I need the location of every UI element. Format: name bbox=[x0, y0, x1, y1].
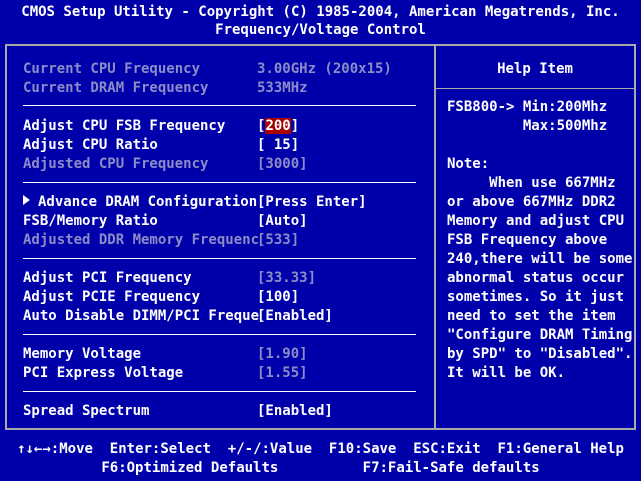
help-note-line: sometimes. So it just bbox=[447, 289, 625, 305]
help-note-line: abnormal status occur bbox=[447, 270, 625, 286]
cpu-fsb-frequency-field[interactable]: [200] bbox=[257, 118, 299, 134]
memory-voltage-value[interactable]: [1.90] bbox=[257, 346, 308, 362]
memory-voltage-label[interactable]: Memory Voltage bbox=[23, 346, 141, 362]
current-dram-frequency-value: 533MHz bbox=[257, 80, 308, 96]
current-cpu-frequency-value: 3.00GHz (200x15) bbox=[257, 61, 392, 77]
help-note-line: When use 667MHz bbox=[447, 175, 616, 191]
section-divider bbox=[23, 391, 416, 392]
pcie-frequency-value[interactable]: [100] bbox=[257, 289, 299, 305]
pcie-frequency-label[interactable]: Adjust PCIE Frequency bbox=[23, 289, 200, 305]
help-note-line: Note: bbox=[447, 156, 490, 172]
cpu-fsb-frequency-label[interactable]: Adjust CPU FSB Frequency bbox=[23, 118, 225, 134]
fsb-memory-ratio-label[interactable]: FSB/Memory Ratio bbox=[23, 213, 158, 229]
advance-dram-configuration-value[interactable]: [Press Enter] bbox=[257, 194, 367, 210]
submenu-arrow-icon bbox=[23, 195, 30, 205]
spread-spectrum-value[interactable]: [Enabled] bbox=[257, 403, 333, 419]
cpu-ratio-value[interactable]: [ 15] bbox=[257, 137, 299, 153]
pci-frequency-value[interactable]: [33.33] bbox=[257, 270, 316, 286]
panel-divider bbox=[434, 44, 436, 430]
cpu-ratio-label[interactable]: Adjust CPU Ratio bbox=[23, 137, 158, 153]
section-divider bbox=[23, 258, 416, 259]
section-divider bbox=[23, 182, 416, 183]
help-note-line: or above 667MHz DDR2 bbox=[447, 194, 616, 210]
help-fsb-range-min: FSB800-> Min:200Mhz bbox=[447, 99, 608, 115]
help-panel-title: Help Item bbox=[497, 61, 573, 77]
cpu-fsb-frequency-value[interactable]: 200 bbox=[265, 118, 291, 134]
auto-disable-dimm-pci-label[interactable]: Auto Disable DIMM/PCI Freque bbox=[23, 308, 259, 324]
adjusted-ddr-memory-frequency-label: Adjusted DDR Memory Frequenc bbox=[23, 232, 260, 248]
adjusted-cpu-frequency-label: Adjusted CPU Frequency bbox=[23, 156, 209, 172]
help-fsb-range-max: Max:500Mhz bbox=[447, 118, 608, 134]
app-title: CMOS Setup Utility - Copyright (C) 1985-… bbox=[21, 4, 620, 20]
adjusted-cpu-frequency-value: [3000] bbox=[257, 156, 308, 172]
pci-express-voltage-label[interactable]: PCI Express Voltage bbox=[23, 365, 183, 381]
help-note-line: need to set the item bbox=[447, 308, 616, 324]
current-cpu-frequency-label: Current CPU Frequency bbox=[23, 61, 201, 77]
help-note-line: FSB Frequency above bbox=[447, 232, 608, 248]
help-note-line: It will be OK. bbox=[447, 365, 566, 381]
spread-spectrum-label[interactable]: Spread Spectrum bbox=[23, 403, 149, 419]
help-note-line: 240,there will be some bbox=[447, 251, 633, 267]
section-divider bbox=[23, 105, 416, 106]
cpu-fsb-bracket-close: ] bbox=[290, 118, 300, 134]
header-bar: CMOS Setup Utility - Copyright (C) 1985-… bbox=[0, 0, 641, 40]
fsb-memory-ratio-value[interactable]: [Auto] bbox=[257, 213, 308, 229]
key-help-line-1: ↑↓←→:Move Enter:Select +/-/:Value F10:Sa… bbox=[17, 441, 624, 457]
help-note-line: "Configure DRAM Timing bbox=[447, 327, 633, 343]
help-note-line: by SPD" to "Disabled". bbox=[447, 346, 633, 362]
adjusted-ddr-memory-frequency-value: [533] bbox=[257, 232, 300, 248]
auto-disable-dimm-pci-value[interactable]: [Enabled] bbox=[257, 308, 333, 324]
help-title-divider bbox=[436, 88, 634, 89]
key-help-line-2: F6:Optimized Defaults F7:Fail-Safe defau… bbox=[101, 460, 540, 476]
pci-frequency-label[interactable]: Adjust PCI Frequency bbox=[23, 270, 192, 286]
current-dram-frequency-label: Current DRAM Frequency bbox=[23, 80, 209, 96]
help-note-line: Memory and adjust CPU bbox=[447, 213, 625, 229]
advance-dram-configuration-item[interactable]: Advance DRAM Configuration bbox=[23, 194, 257, 210]
section-divider bbox=[23, 334, 416, 335]
pci-express-voltage-value[interactable]: [1.55] bbox=[257, 365, 308, 381]
advance-dram-configuration-label: Advance DRAM Configuration bbox=[38, 194, 258, 210]
page-title: Frequency/Voltage Control bbox=[215, 22, 426, 38]
